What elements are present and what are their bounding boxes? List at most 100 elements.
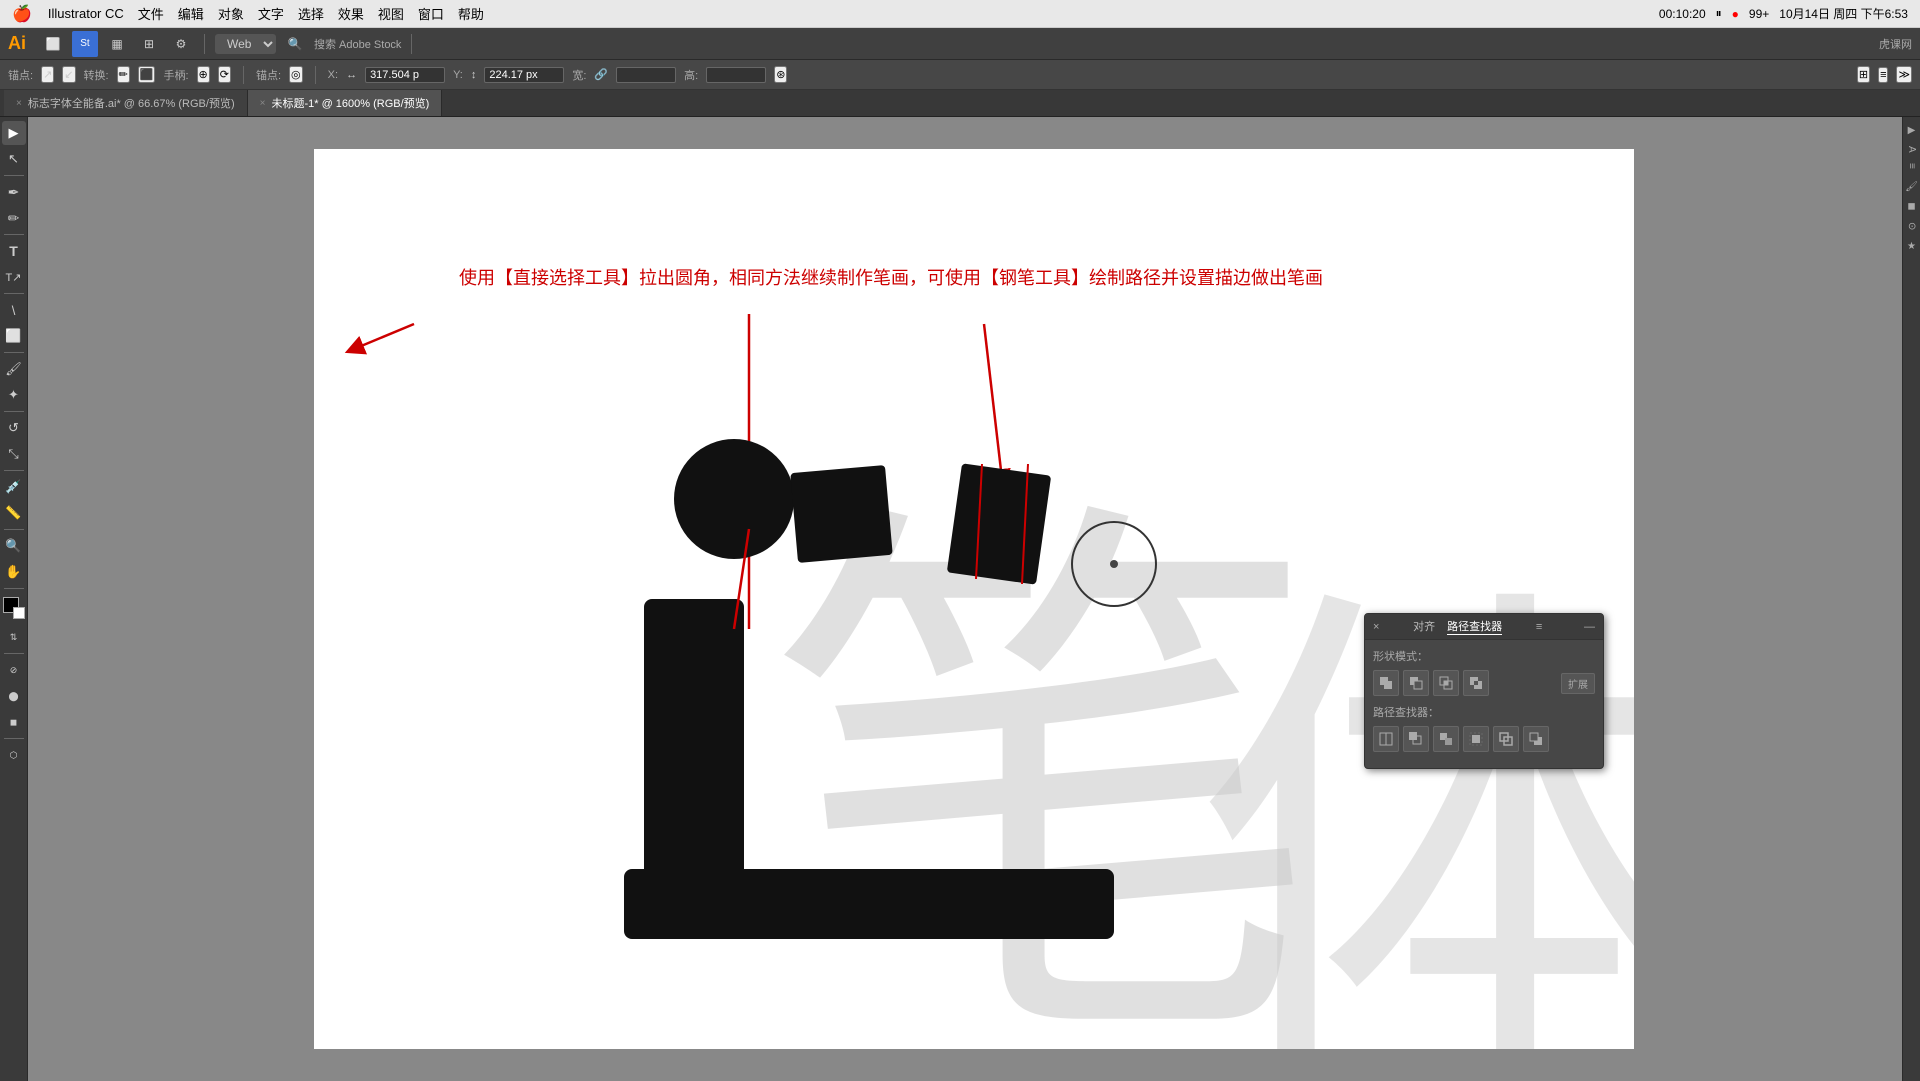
crop-icon[interactable] — [1463, 726, 1489, 752]
grid-btn[interactable]: ⊞ — [1857, 66, 1870, 83]
fill-none-btn[interactable]: ⊘ — [2, 658, 26, 682]
shape-modes-row: 扩展 — [1373, 670, 1595, 696]
menu-select[interactable]: 选择 — [298, 4, 324, 23]
paintbrush-tool[interactable]: 🖌 — [2, 357, 26, 381]
hand-tool[interactable]: ✋ — [2, 560, 26, 584]
notification-badge[interactable]: 99+ — [1749, 7, 1769, 21]
rect-tool[interactable]: ⬜ — [2, 324, 26, 348]
menu-window[interactable]: 窗口 — [418, 4, 444, 23]
menu-effect[interactable]: 效果 — [338, 4, 364, 23]
unite-icon[interactable] — [1373, 670, 1399, 696]
trim-icon[interactable] — [1403, 726, 1429, 752]
view-toggle-btn[interactable]: ▦ — [104, 31, 130, 57]
merge-icon[interactable] — [1433, 726, 1459, 752]
workspace-dropdown[interactable]: Web — [215, 34, 276, 54]
expand-btn[interactable]: 扩展 — [1561, 673, 1595, 694]
graphic-styles-icon[interactable]: ★ — [1906, 241, 1917, 252]
shape-modes-label: 形状模式： — [1373, 648, 1595, 664]
eyedropper-tool[interactable]: 💉 — [2, 475, 26, 499]
pathfinder-label: 路径查找器： — [1373, 704, 1595, 720]
tool-sep7 — [4, 529, 24, 530]
align-icon[interactable]: ≡ — [1878, 67, 1888, 83]
main-canvas[interactable]: 使用【直接选择工具】拉出圆角，相同方法继续制作笔画，可使用【钢笔工具】绘制路径并… — [314, 149, 1634, 1049]
panel-minimize-btn[interactable]: — — [1584, 621, 1595, 633]
anchor-icon2[interactable]: ↙ — [62, 66, 75, 83]
brush-icon[interactable]: 🖌 — [1906, 179, 1917, 192]
menu-help[interactable]: 帮助 — [458, 4, 484, 23]
menu-text[interactable]: 文字 — [258, 4, 284, 23]
handle-label: 手柄: — [163, 67, 188, 83]
gradient-btn[interactable]: ◼ — [2, 710, 26, 734]
panel-tab-pathfinder[interactable]: 路径查找器 — [1447, 618, 1502, 635]
tab-close-0[interactable]: × — [16, 98, 22, 109]
search-placeholder[interactable]: 搜索 Adobe Stock — [314, 36, 401, 52]
swap-colors-icon[interactable]: ⇅ — [2, 625, 26, 649]
right-floating-panel: ▶ A ≡ 🖌 ◼ ⊙ ★ — [1902, 117, 1920, 1081]
transform-options-btn[interactable]: ⊛ — [774, 66, 787, 83]
handle-icon[interactable]: ⬛ — [138, 66, 156, 83]
x-value-input[interactable] — [365, 67, 445, 83]
divide-icon[interactable] — [1373, 726, 1399, 752]
cc-libraries-icon[interactable]: ≡ — [1906, 163, 1917, 169]
settings-btn[interactable]: ⚙ — [168, 31, 194, 57]
minus-front-icon[interactable] — [1403, 670, 1429, 696]
search-btn[interactable]: 🔍 — [282, 31, 308, 57]
handle-icon2[interactable]: ⊕ — [197, 66, 210, 83]
color-mode-btn[interactable]: ⬤ — [2, 684, 26, 708]
intersect-icon[interactable] — [1433, 670, 1459, 696]
select-tool[interactable]: ▶ — [2, 121, 26, 145]
color-swatch-area[interactable] — [3, 597, 25, 619]
swatches-icon[interactable]: ◼ — [1906, 201, 1917, 212]
blob-brush-tool[interactable]: ✦ — [2, 383, 26, 407]
outline-icon[interactable] — [1493, 726, 1519, 752]
zoom-tool[interactable]: 🔍 — [2, 534, 26, 558]
transform-icon[interactable]: ✏ — [117, 66, 130, 83]
tool-sep5 — [4, 411, 24, 412]
libraries-icon[interactable]: A — [1906, 146, 1917, 153]
panel-close-btn[interactable]: × — [1373, 621, 1379, 633]
st-badge-btn[interactable]: St — [72, 31, 98, 57]
handle-icon3[interactable]: ⟳ — [218, 66, 231, 83]
width-label: 宽: — [572, 67, 586, 83]
anchor-icon1[interactable]: ↗ — [41, 66, 54, 83]
type-tool[interactable]: T — [2, 239, 26, 263]
pen-tool[interactable]: ✒ — [2, 180, 26, 204]
properties-icon[interactable]: ▶ — [1906, 125, 1917, 136]
menu-illustrator[interactable]: Illustrator CC — [48, 6, 124, 21]
canvas-area: 使用【直接选择工具】拉出圆角，相同方法继续制作笔画，可使用【钢笔工具】绘制路径并… — [28, 117, 1920, 1081]
apple-logo-icon[interactable]: 🍎 — [12, 4, 32, 24]
tab-close-1[interactable]: × — [260, 98, 266, 109]
anchor-point-icon[interactable]: ◎ — [289, 66, 303, 83]
direct-select-tool[interactable]: ↖ — [2, 147, 26, 171]
tab-1[interactable]: × 未标题-1* @ 1600% (RGB/预览) — [248, 90, 443, 116]
new-document-btn[interactable]: ⬜ — [40, 31, 66, 57]
menu-object[interactable]: 对象 — [218, 4, 244, 23]
height-input[interactable] — [706, 67, 766, 83]
scale-tool[interactable]: ⤡ — [2, 442, 26, 466]
expand-panel-btn[interactable]: ≫ — [1896, 66, 1912, 83]
type-tool2[interactable]: T↗ — [2, 265, 26, 289]
width-input[interactable] — [616, 67, 676, 83]
panel-tab-align[interactable]: 对齐 — [1413, 618, 1435, 635]
exclude-icon[interactable] — [1463, 670, 1489, 696]
artboard-tool[interactable]: ⬡ — [2, 743, 26, 767]
panel-tabs: 对齐 路径查找器 — [1413, 618, 1502, 635]
tool-sep4 — [4, 352, 24, 353]
symbols-icon[interactable]: ⊙ — [1906, 222, 1917, 230]
menu-file[interactable]: 文件 — [138, 4, 164, 23]
stroke-color[interactable] — [13, 607, 25, 619]
y-value-input[interactable] — [484, 67, 564, 83]
minus-back-icon[interactable] — [1523, 726, 1549, 752]
pencil-tool[interactable]: ✏ — [2, 206, 26, 230]
arrange-btn[interactable]: ⊞ — [136, 31, 162, 57]
menu-edit[interactable]: 编辑 — [178, 4, 204, 23]
pause-icon[interactable]: ⏸ — [1716, 6, 1722, 21]
line-tool[interactable]: \ — [2, 298, 26, 322]
record-icon[interactable]: ● — [1732, 7, 1739, 21]
tab-0[interactable]: × 标志字体全能备.ai* @ 66.67% (RGB/预览) — [4, 90, 248, 116]
rotate-tool[interactable]: ↺ — [2, 416, 26, 440]
stick-body-bottom — [624, 869, 1114, 939]
menu-view[interactable]: 视图 — [378, 4, 404, 23]
measure-tool[interactable]: 📏 — [2, 501, 26, 525]
panel-menu-icon[interactable]: ≡ — [1536, 621, 1542, 633]
